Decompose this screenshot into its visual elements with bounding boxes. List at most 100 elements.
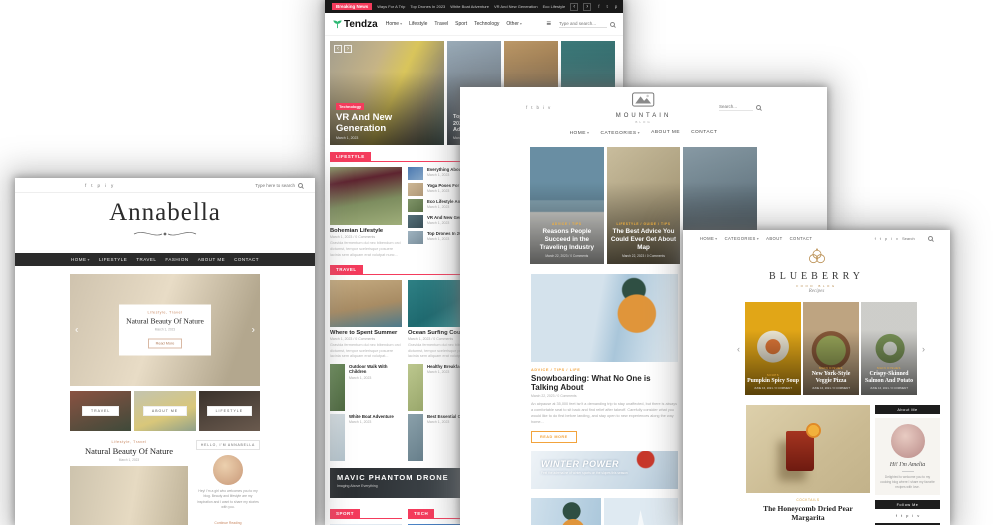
pinterest-icon[interactable]: p xyxy=(906,513,908,518)
twitter-icon[interactable]: t xyxy=(901,513,902,518)
instagram-icon[interactable]: i xyxy=(912,513,913,518)
ticker-item[interactable]: White Boat Adventure xyxy=(450,4,489,9)
blueberry-logo[interactable]: BLUEBERRY FOOD BLOG Recipes xyxy=(683,246,950,300)
post-title[interactable]: Natural Beauty Of Nature xyxy=(70,446,188,456)
post-category[interactable]: COCKTAILS xyxy=(746,498,870,502)
nav-item-lifestyle[interactable]: Lifestyle xyxy=(409,21,427,27)
nav-item-home[interactable]: Home▾ xyxy=(386,21,402,27)
continue-reading-link[interactable]: Continue Reading xyxy=(214,521,241,525)
read-more-button[interactable]: Read More xyxy=(148,339,183,349)
nav-item-home[interactable]: HOME▾ xyxy=(700,236,718,241)
post-category[interactable]: ADVICE / TIPS xyxy=(533,222,601,226)
nav-item-home[interactable]: HOME▾ xyxy=(570,130,590,136)
post-image[interactable] xyxy=(531,274,678,362)
winter-ad-banner[interactable]: WINTER POWER Feel the adrenaline of wint… xyxy=(531,451,678,489)
pinterest-icon[interactable]: p xyxy=(615,4,618,9)
post-category[interactable]: Lifestyle, Travel xyxy=(70,440,188,444)
slider-next-button[interactable]: › xyxy=(252,325,255,336)
youtube-icon[interactable]: y xyxy=(111,183,113,188)
gallery-image[interactable] xyxy=(604,498,678,525)
facebook-icon[interactable]: f xyxy=(526,105,527,110)
section-tag[interactable]: Tech xyxy=(408,509,434,518)
category-card[interactable]: TRAVEL xyxy=(70,391,131,431)
annabella-hero-slider[interactable]: ‹ › Lifestyle, Travel Natural Beauty Of … xyxy=(70,274,260,386)
menu-icon[interactable]: ≡ xyxy=(546,20,551,28)
vimeo-icon[interactable]: v xyxy=(548,105,550,110)
recipe-card[interactable]: MAIN DISHES New York-Style Veggie Pizza … xyxy=(803,302,859,395)
post-thumbnail[interactable] xyxy=(330,364,345,411)
search-input[interactable] xyxy=(559,21,607,28)
nav-item-about[interactable]: ABOUT ME xyxy=(651,130,680,136)
slider-next-button[interactable]: › xyxy=(344,45,352,53)
post-title[interactable]: Bohemian Lifestyle xyxy=(330,228,402,234)
ticker-item[interactable]: Top Drones In 2023 xyxy=(410,4,445,9)
slider-prev-button[interactable]: ‹ xyxy=(737,344,740,354)
nav-item-categories[interactable]: CATEGORIES▾ xyxy=(601,130,641,136)
nav-item-contact[interactable]: CONTACT xyxy=(234,257,259,262)
hero-post-card[interactable]: LIFESTYLE / GUIDE / TIPS The Best Advice… xyxy=(607,147,681,264)
post-category[interactable]: LIFESTYLE / GUIDE / TIPS xyxy=(610,222,678,226)
vimeo-icon[interactable]: v xyxy=(896,236,898,241)
search-input[interactable] xyxy=(719,104,753,111)
post-category[interactable]: SOUPS xyxy=(747,373,799,377)
list-item[interactable]: White Boat AdventureMarch 1, 2023 xyxy=(330,414,402,461)
pinterest-icon[interactable]: p xyxy=(885,236,887,241)
nav-item-sport[interactable]: Sport xyxy=(455,21,467,27)
featured-post[interactable]: Bohemian Lifestyle March 1, 2023 / 0 Com… xyxy=(330,167,402,259)
instagram-icon[interactable]: i xyxy=(891,236,892,241)
nav-item-contact[interactable]: CONTACT xyxy=(691,130,717,136)
instagram-icon[interactable]: i xyxy=(543,105,544,110)
post-thumbnail[interactable] xyxy=(408,231,423,244)
post-title[interactable]: Where to Spent Summer xyxy=(330,330,402,336)
ticker-item[interactable]: Ways For A Trip xyxy=(377,4,405,9)
post-title[interactable]: Crispy-Skinned Salmon And Potato xyxy=(863,371,915,385)
list-item[interactable]: Outdoor Walk With ChildrenMarch 1, 2023 xyxy=(330,364,402,411)
search-input[interactable] xyxy=(251,183,295,188)
post-thumbnail[interactable] xyxy=(408,414,423,461)
post-category[interactable]: MAIN DISHES xyxy=(805,366,857,370)
search-input[interactable] xyxy=(902,236,924,241)
tendza-logo[interactable]: Tendza xyxy=(333,19,378,30)
nav-item-other[interactable]: Other▾ xyxy=(506,21,522,27)
post-category[interactable]: ADVICE / TIPS / LIFE xyxy=(531,368,678,372)
annabella-logo[interactable]: Annabella xyxy=(15,193,315,248)
section-tag[interactable]: Sport xyxy=(330,509,360,518)
post-image[interactable] xyxy=(746,405,870,493)
nav-item-about[interactable]: ABOUT xyxy=(766,236,782,241)
post-title[interactable]: VR And New Generation xyxy=(336,113,440,134)
category-card[interactable]: LIFESTYLE xyxy=(199,391,260,431)
post-title[interactable]: New York-Style Veggie Pizza xyxy=(805,371,857,385)
post-title[interactable]: Pumpkin Spicy Soup xyxy=(747,378,799,385)
twitter-icon[interactable]: t xyxy=(91,183,92,188)
vimeo-icon[interactable]: v xyxy=(917,513,919,518)
post-image[interactable] xyxy=(330,280,402,327)
post-thumbnail[interactable] xyxy=(330,414,345,461)
mountain-logo[interactable]: MOUNTAIN BLOG xyxy=(616,92,672,124)
category-tag[interactable]: Technology xyxy=(336,103,364,110)
twitter-icon[interactable]: t xyxy=(880,236,881,241)
search-icon[interactable] xyxy=(756,105,761,110)
post-thumbnail[interactable] xyxy=(408,167,423,180)
post-category[interactable]: Lifestyle, Travel xyxy=(123,311,207,315)
read-more-button[interactable]: READ MORE xyxy=(531,431,577,443)
post-title[interactable]: Snowboarding: What No One is Talking Abo… xyxy=(531,374,678,392)
behance-icon[interactable]: b xyxy=(537,105,540,110)
search-icon[interactable] xyxy=(298,183,303,188)
hero-post-card[interactable]: ADVICE / TIPS Reasons People Succeed in … xyxy=(530,147,604,264)
search-icon[interactable] xyxy=(928,236,933,241)
nav-item-fashion[interactable]: FASHION xyxy=(165,257,188,262)
ticker-item[interactable]: VR And New Generation xyxy=(494,4,538,9)
nav-item-about[interactable]: ABOUT ME xyxy=(198,257,225,262)
post-title[interactable]: Reasons People Succeed in the Traveling … xyxy=(533,228,601,252)
hero-slide-vr[interactable]: ‹ › Technology VR And New Generation Mar… xyxy=(330,41,444,145)
gallery-image[interactable] xyxy=(531,498,601,525)
twitter-icon[interactable]: t xyxy=(531,105,532,110)
nav-item-technology[interactable]: Technology xyxy=(474,21,499,27)
facebook-icon[interactable]: f xyxy=(896,513,897,518)
ticker-next-button[interactable]: › xyxy=(583,3,591,11)
nav-item-travel[interactable]: TRAVEL xyxy=(136,257,156,262)
section-tag[interactable]: Travel xyxy=(330,265,363,274)
post-thumbnail[interactable] xyxy=(408,364,423,411)
post-image[interactable] xyxy=(330,167,402,225)
section-tag[interactable]: Lifestyle xyxy=(330,152,371,161)
